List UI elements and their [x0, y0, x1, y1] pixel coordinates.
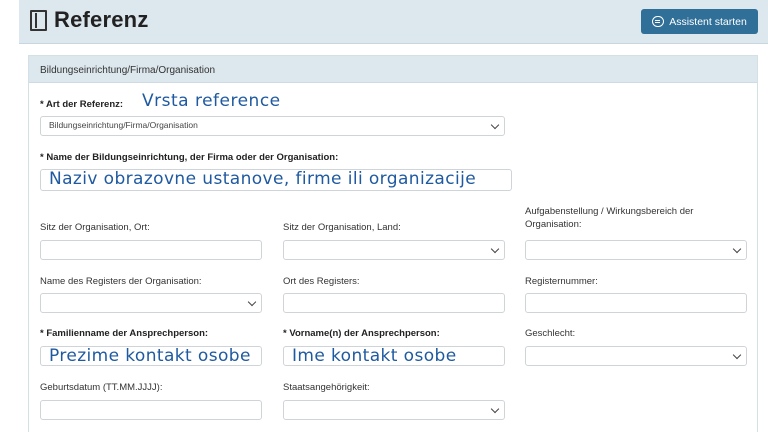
org-name-input[interactable]: Naziv obrazovne ustanove, firme ili orga… [40, 169, 512, 191]
chat-bubble-icon [652, 16, 665, 27]
birthdate-label: Geburtsdatum (TT.MM.JJJJ): [40, 382, 163, 393]
document-icon [30, 10, 47, 31]
gender-select[interactable] [525, 346, 747, 366]
nationality-label: Staatsangehörigkeit: [283, 382, 370, 393]
register-number-input[interactable] [525, 293, 747, 313]
register-name-select[interactable] [40, 293, 262, 313]
org-task-label: Aufgabenstellung / Wirkungsbereich der O… [525, 206, 694, 230]
org-task-select[interactable] [525, 240, 747, 260]
birthdate-input[interactable] [40, 400, 262, 420]
reference-type-select[interactable]: Bildungseinrichtung/Firma/Organisation [40, 116, 505, 136]
reference-type-label: * Art der Referenz: [40, 99, 124, 110]
contact-firstname-label: * Vorname(n) der Ansprechperson: [283, 328, 440, 339]
start-assistant-label: Assistent starten [669, 15, 747, 28]
chevron-down-icon [732, 244, 742, 254]
reference-type-value: Bildungseinrichtung/Firma/Organisation [49, 120, 198, 130]
page-header: Referenz Assistent starten [19, 0, 768, 44]
org-name-label: * Name der Bildungseinrichtung, der Firm… [40, 152, 339, 163]
org-city-label: Sitz der Organisation, Ort: [40, 222, 150, 233]
nationality-select[interactable] [283, 400, 505, 420]
gender-label: Geschlecht: [525, 328, 576, 339]
register-place-label: Ort des Registers: [283, 276, 360, 287]
org-country-select[interactable] [283, 240, 505, 260]
page-title: Referenz [54, 7, 149, 32]
register-place-input[interactable] [283, 293, 505, 313]
chevron-down-icon [490, 404, 500, 414]
org-country-label: Sitz der Organisation, Land: [283, 222, 401, 233]
contact-lastname-label: * Familienname der Ansprechperson: [40, 328, 209, 339]
register-number-label: Registernummer: [525, 276, 598, 287]
panel-heading: Bildungseinrichtung/Firma/Organisation [29, 56, 757, 83]
reference-type-annotation: Vrsta reference [142, 91, 281, 111]
chevron-down-icon [732, 350, 742, 360]
chevron-down-icon [247, 297, 257, 307]
start-assistant-button[interactable]: Assistent starten [641, 9, 758, 34]
register-name-label: Name des Registers der Organisation: [40, 276, 202, 287]
contact-lastname-input[interactable]: Prezime kontakt osobe [40, 346, 262, 366]
chevron-down-icon [490, 120, 500, 130]
org-city-input[interactable] [40, 240, 262, 260]
chevron-down-icon [490, 244, 500, 254]
contact-firstname-input[interactable]: Ime kontakt osobe [283, 346, 505, 366]
